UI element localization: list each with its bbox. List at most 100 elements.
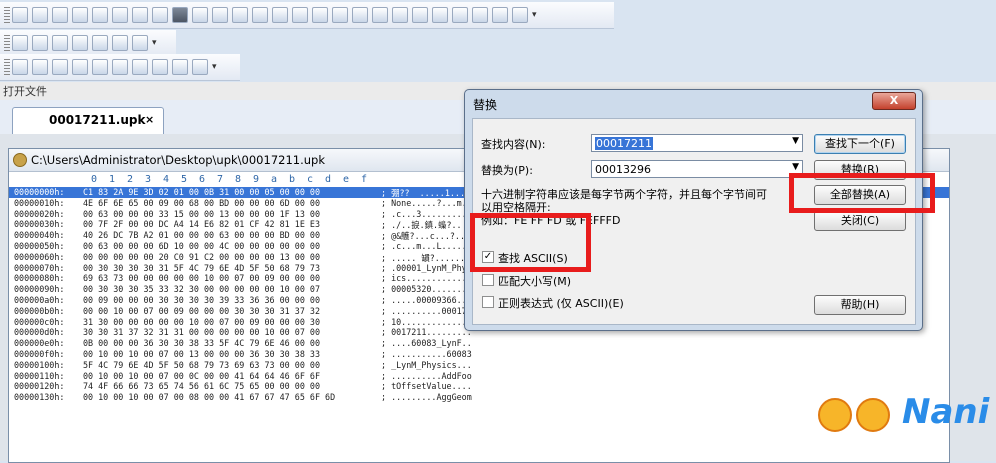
hex-offset: 00000130h:	[14, 392, 65, 403]
hex-row[interactable]: 00000110h: 00 10 00 10 00 07 00 0C 00 00 …	[9, 371, 949, 382]
wikipedia-icon[interactable]	[52, 59, 68, 75]
help-button[interactable]: 帮助(H)	[814, 295, 906, 315]
globe-icon[interactable]	[12, 35, 28, 51]
close-tab-icon[interactable]: ×	[145, 113, 154, 126]
close-button[interactable]: 关闭(C)	[814, 211, 906, 231]
window-icon[interactable]	[292, 7, 308, 23]
toolbar-row-3: ▾	[0, 54, 240, 81]
hex-row[interactable]: 000000e0h: 0B 00 00 00 36 30 30 38 33 5F …	[9, 338, 949, 349]
window-icon[interactable]	[372, 7, 388, 23]
chevron-down-icon[interactable]: ▼	[792, 162, 799, 172]
window-icon[interactable]	[352, 7, 368, 23]
underline-icon[interactable]	[72, 7, 88, 23]
hex-offset: 00000040h:	[14, 230, 65, 241]
hex-column-label: b	[289, 174, 296, 185]
toolbar-overflow-icon[interactable]: ▾	[152, 38, 157, 48]
file-icon	[13, 153, 27, 167]
window-icon[interactable]	[92, 35, 108, 51]
find-next-button[interactable]: 查找下一个(F)	[814, 134, 906, 154]
chevron-down-icon[interactable]: ▼	[792, 136, 799, 146]
hex-column-label: f	[361, 174, 368, 185]
toolbar-row-2: ▾	[0, 30, 176, 57]
table-icon[interactable]	[252, 7, 268, 23]
table-icon[interactable]	[132, 7, 148, 23]
checkbox-icon[interactable]	[392, 7, 408, 23]
close-icon[interactable]: X	[872, 92, 916, 110]
toolbar-grip-icon[interactable]	[4, 59, 10, 75]
hex-bytes: 00 00 10 00 07 00 09 00 00 00 30 30 30 3…	[83, 305, 320, 316]
php-icon[interactable]	[152, 59, 168, 75]
window-icon[interactable]	[332, 7, 348, 23]
open-file-label[interactable]: 打开文件	[3, 83, 47, 99]
watermark-logo: Nani	[812, 390, 996, 446]
yahoo-icon[interactable]	[32, 59, 48, 75]
hex-ascii: ; _LynM_Physics...	[381, 359, 472, 370]
windows-icon[interactable]	[172, 59, 188, 75]
table-icon[interactable]	[112, 7, 128, 23]
toolbar-overflow-icon[interactable]: ▾	[532, 10, 537, 20]
table-icon[interactable]	[92, 7, 108, 23]
image-icon[interactable]	[472, 7, 488, 23]
page-icon[interactable]	[132, 35, 148, 51]
toolbar-grip-icon[interactable]	[4, 35, 10, 51]
download-icon[interactable]	[52, 35, 68, 51]
hex-ascii: ; .c...m...L......	[381, 240, 472, 251]
hex-offset: 00000020h:	[14, 208, 65, 219]
hex-offset: 00000120h:	[14, 381, 65, 392]
toolbar-overflow-icon[interactable]: ▾	[212, 62, 217, 72]
bold-icon[interactable]	[32, 7, 48, 23]
search-icon[interactable]	[72, 59, 88, 75]
check-icon[interactable]	[72, 35, 88, 51]
hex-ascii: ; ...........60083	[381, 348, 472, 359]
table-icon[interactable]	[212, 7, 228, 23]
anchor-icon[interactable]	[452, 7, 468, 23]
share-icon[interactable]	[132, 59, 148, 75]
list-icon[interactable]	[12, 7, 28, 23]
image-icon[interactable]	[492, 7, 508, 23]
hex-bytes: 30 30 31 37 32 31 31 00 00 00 00 00 10 0…	[83, 327, 320, 338]
square-icon[interactable]	[272, 7, 288, 23]
radio-icon[interactable]	[412, 7, 428, 23]
cat-logo-icon	[856, 398, 890, 432]
hex-ascii: ; ....60083_LynF..	[381, 338, 472, 349]
regex-option-label[interactable]: 正则表达式 (仅 ASCII)(E)	[498, 295, 624, 311]
hex-row[interactable]: 00000130h: 00 10 00 10 00 07 00 08 00 00 …	[9, 392, 949, 403]
folder-icon[interactable]	[112, 59, 128, 75]
hex-ascii: ; ..........000172	[381, 305, 472, 316]
replace-label: 替换为(P):	[481, 164, 533, 177]
hex-offset: 000000c0h:	[14, 316, 65, 327]
hex-row[interactable]: 000000f0h: 00 10 00 10 00 07 00 13 00 00 …	[9, 349, 949, 360]
wand-icon[interactable]	[112, 35, 128, 51]
hex-column-label: 3	[145, 174, 152, 185]
table-icon[interactable]	[152, 7, 168, 23]
flag-icon[interactable]	[92, 59, 108, 75]
image-icon[interactable]	[432, 7, 448, 23]
replace-input[interactable]: 00013296 ▼	[591, 160, 803, 178]
hex-offset: 00000050h:	[14, 240, 65, 251]
hex-column-label: 8	[235, 174, 242, 185]
italic-icon[interactable]	[52, 7, 68, 23]
page-icon[interactable]	[32, 35, 48, 51]
color-icon[interactable]	[172, 7, 188, 23]
toolbar-grip-icon[interactable]	[4, 7, 10, 23]
hex-row[interactable]: 00000100h: 5F 4C 79 6E 4D 5F 50 68 79 73 …	[9, 360, 949, 371]
hex-ascii: ; 10..............0	[381, 316, 477, 327]
table-icon[interactable]	[192, 7, 208, 23]
highlight-ascii-option	[470, 213, 591, 272]
hex-bytes: 69 63 73 00 00 00 00 00 10 00 07 00 09 0…	[83, 273, 320, 284]
window-icon[interactable]	[312, 7, 328, 23]
hex-bytes: C1 83 2A 9E 3D 02 01 00 0B 31 00 00 05 0…	[83, 187, 320, 197]
hex-offset: 00000060h:	[14, 251, 65, 262]
regex-checkbox[interactable]	[482, 296, 494, 308]
file-tab[interactable]: 00017211.upk ×	[12, 107, 164, 134]
hex-offset: 00000090h:	[14, 284, 65, 295]
form-icon[interactable]	[512, 7, 528, 23]
hex-ascii: ; .........AggGeom	[381, 392, 472, 403]
case-option-label[interactable]: 匹配大小写(M)	[498, 273, 571, 289]
case-checkbox[interactable]	[482, 274, 494, 286]
hex-row[interactable]: 00000120h: 74 4F 66 66 73 65 74 56 61 6C …	[9, 381, 949, 392]
google-icon[interactable]	[12, 59, 28, 75]
page-icon[interactable]	[192, 59, 208, 75]
find-input[interactable]: 00017211 ▼	[591, 134, 803, 152]
table-icon[interactable]	[232, 7, 248, 23]
